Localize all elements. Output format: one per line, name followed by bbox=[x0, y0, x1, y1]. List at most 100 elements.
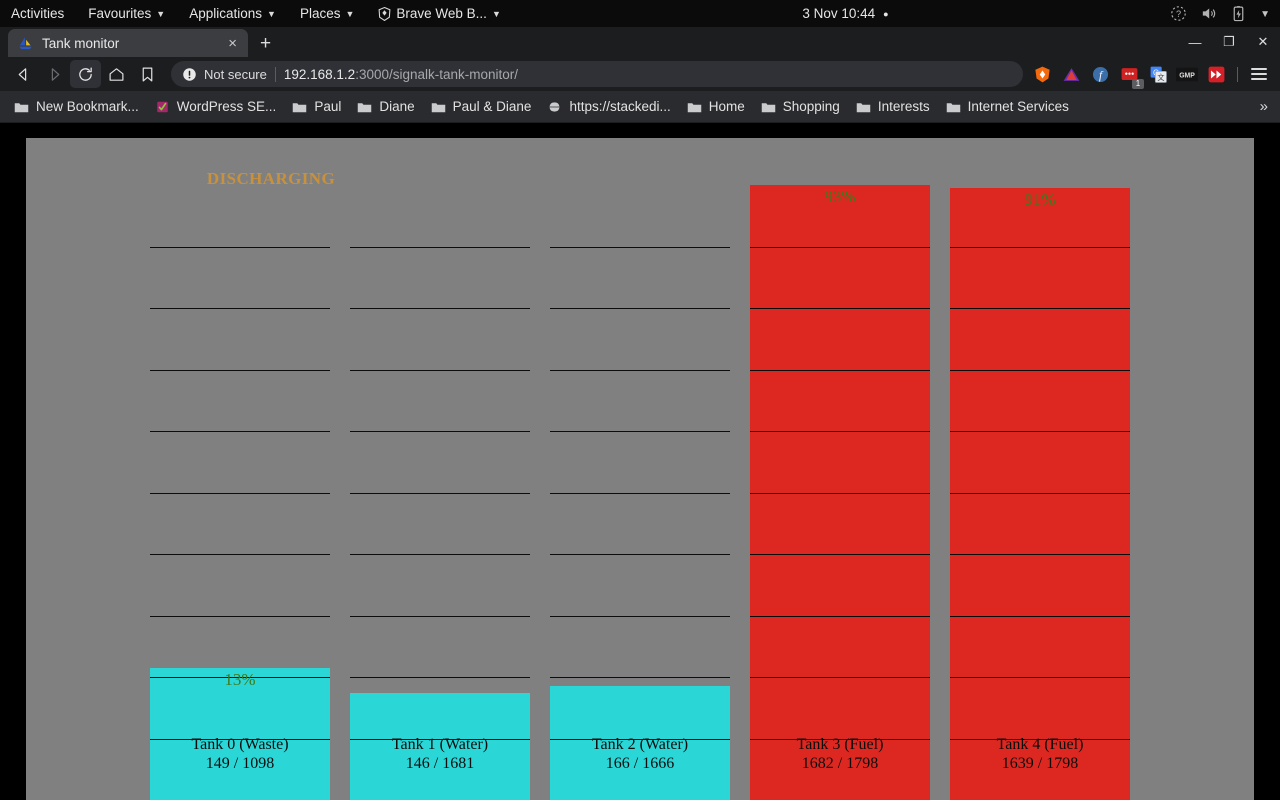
tank-percent-label: 93% bbox=[824, 187, 856, 206]
toolbar-divider bbox=[1237, 66, 1238, 82]
page-viewport: DISCHARGING 13% Tank 0 (Waste) 149 / 1098 T… bbox=[0, 123, 1280, 800]
tank-reading: 166 / 1666 bbox=[605, 754, 675, 772]
f-extension-button[interactable]: f bbox=[1089, 63, 1111, 85]
forward-arrow-icon bbox=[51, 67, 60, 81]
tank-name: Tank 1 (Water) bbox=[391, 736, 489, 753]
url-host: 192.168.1.2 bbox=[283, 66, 356, 82]
tank-gauge[interactable]: 13% Tank 0 (Waste) 149 / 1098 bbox=[150, 185, 330, 800]
browser-tab-tank-monitor[interactable]: Tank monitor × bbox=[8, 29, 248, 57]
bookmark-diane[interactable]: Diane bbox=[349, 91, 422, 122]
security-label: Not secure bbox=[204, 66, 267, 82]
tank-label: Tank 4 (Fuel) 1639 / 1798 bbox=[950, 736, 1130, 773]
gnome-menu-places[interactable]: Places ▼ bbox=[288, 0, 366, 27]
bookmarks-bar: New Bookmark... WordPress SE... Paul Dia… bbox=[0, 91, 1280, 122]
tank-gauge-list: 13% Tank 0 (Waste) 149 / 1098 Tank 1 (Water… bbox=[26, 138, 1254, 800]
svg-text:?: ? bbox=[1176, 9, 1181, 19]
gnome-menu-brave-web-browser[interactable]: Brave Web B... ▼ bbox=[366, 0, 512, 27]
gnome-status-tray[interactable]: ? ▼ bbox=[1170, 5, 1280, 22]
tank-gradation-line bbox=[750, 370, 930, 371]
bookmark-button[interactable] bbox=[132, 60, 163, 88]
window-close-button[interactable]: ✕ bbox=[1246, 27, 1280, 57]
tank-gradation-line bbox=[950, 247, 1130, 248]
bookmark-paul[interactable]: Paul bbox=[284, 91, 349, 122]
tank-gradation-line bbox=[950, 431, 1130, 432]
bookmark-paul-and-diane[interactable]: Paul & Diane bbox=[423, 91, 540, 122]
gnome-menu-activities[interactable]: Activities bbox=[0, 0, 76, 27]
recording-indicator-icon: ● bbox=[883, 8, 889, 19]
tank-gauge-body bbox=[950, 185, 1130, 800]
gnome-menu-favourites[interactable]: Favourites ▼ bbox=[76, 0, 177, 27]
tank-gauge[interactable]: 91% Tank 4 (Fuel) 1639 / 1798 bbox=[950, 185, 1130, 800]
tank-gradation-line bbox=[550, 493, 730, 494]
tank-gauge[interactable]: 93% Tank 3 (Fuel) 1682 / 1798 bbox=[750, 185, 930, 800]
bookmark-label: Home bbox=[708, 99, 745, 114]
address-bar[interactable]: Not secure 192.168.1.2:3000/signalk-tank… bbox=[171, 61, 1023, 87]
gnome-clock[interactable]: 3 Nov 10:44 ● bbox=[790, 0, 892, 27]
window-minimize-button[interactable]: — bbox=[1178, 27, 1212, 57]
bookmark-icon bbox=[142, 67, 153, 81]
bookmark-wordpress-seo[interactable]: WordPress SE... bbox=[147, 91, 285, 122]
window-maximize-button[interactable]: ❐ bbox=[1212, 27, 1246, 57]
tank-gradation-line bbox=[950, 677, 1130, 678]
reload-button[interactable] bbox=[70, 60, 101, 88]
triangle-extension-icon bbox=[1063, 67, 1079, 81]
tank-gauge[interactable]: Tank 2 (Water) 166 / 1666 bbox=[550, 185, 730, 800]
folder-icon bbox=[358, 102, 372, 112]
tank-percent-label: 13% bbox=[224, 670, 256, 689]
tank-gradation-line bbox=[350, 616, 530, 617]
triangle-extension-button[interactable] bbox=[1060, 63, 1082, 85]
browser-menu-button[interactable] bbox=[1248, 63, 1270, 85]
tank-gauge[interactable]: Tank 1 (Water) 146 / 1681 bbox=[350, 185, 530, 800]
tank-reading: 149 / 1098 bbox=[205, 754, 275, 772]
tank-gradation-line bbox=[350, 493, 530, 494]
tab-close-icon[interactable]: × bbox=[225, 36, 240, 51]
bookmark-internet-services[interactable]: Internet Services bbox=[938, 91, 1077, 122]
tank-name: Tank 4 (Fuel) bbox=[996, 736, 1084, 753]
svg-text:GMP: GMP bbox=[1179, 72, 1195, 79]
system-menu-chevron-icon[interactable]: ▼ bbox=[1260, 9, 1270, 20]
globe-icon bbox=[547, 101, 563, 112]
tank-gradation-line bbox=[550, 616, 730, 617]
brave-lion-icon bbox=[378, 6, 391, 21]
back-button[interactable] bbox=[8, 60, 39, 88]
extensions-tray: f 1 G 文 GMP bbox=[1031, 63, 1272, 89]
url-path: :3000/signalk-tank-monitor/ bbox=[355, 66, 519, 82]
tank-gradation-line bbox=[350, 247, 530, 248]
extension-badge-count: 1 bbox=[1132, 79, 1144, 89]
bookmarks-overflow-button[interactable]: » bbox=[1260, 98, 1274, 115]
bookmark-label: Paul bbox=[314, 99, 342, 114]
reload-icon bbox=[79, 66, 92, 81]
bookmark-new-bookmarks[interactable]: New Bookmark... bbox=[6, 91, 147, 122]
gnome-menu-applications[interactable]: Applications ▼ bbox=[177, 0, 288, 27]
bookmark-label: https://stackedi... bbox=[569, 99, 671, 114]
tank-gradation-line bbox=[950, 308, 1130, 309]
tank-gradation-marks bbox=[150, 185, 330, 800]
tank-gauge-body bbox=[750, 185, 930, 800]
bookmark-shopping[interactable]: Shopping bbox=[753, 91, 848, 122]
red-dots-extension-button[interactable]: 1 bbox=[1118, 63, 1144, 89]
bookmark-interests[interactable]: Interests bbox=[848, 91, 938, 122]
f-extension-icon: f bbox=[1092, 66, 1108, 82]
tank-gradation-line bbox=[150, 431, 330, 432]
folder-icon bbox=[14, 102, 29, 112]
tank-gradation-line bbox=[750, 554, 930, 555]
tank-gradation-line bbox=[150, 247, 330, 248]
home-button[interactable] bbox=[101, 60, 132, 88]
browser-window: Tank monitor × + — ❐ ✕ Not secure 192.16… bbox=[0, 27, 1280, 123]
bookmark-stackedit[interactable]: https://stackedi... bbox=[539, 91, 678, 122]
tank-gradation-line bbox=[950, 370, 1130, 371]
bookmark-home[interactable]: Home bbox=[679, 91, 753, 122]
fast-forward-extension-button[interactable] bbox=[1205, 63, 1227, 85]
gmp-extension-button[interactable]: GMP bbox=[1176, 63, 1198, 85]
omnibox-divider bbox=[274, 66, 276, 82]
google-translate-button[interactable]: G 文 bbox=[1147, 63, 1169, 85]
menu-icon bbox=[1251, 68, 1267, 80]
tank-gradation-line bbox=[750, 308, 930, 309]
tank-gradation-line bbox=[950, 616, 1130, 617]
brave-shields-button[interactable] bbox=[1031, 63, 1053, 85]
tank-gradation-line bbox=[550, 370, 730, 371]
tank-percent-label: 91% bbox=[1024, 190, 1056, 209]
forward-button[interactable] bbox=[39, 60, 70, 88]
site-security-indicator[interactable]: Not secure bbox=[182, 67, 267, 82]
new-tab-button[interactable]: + bbox=[260, 34, 271, 57]
